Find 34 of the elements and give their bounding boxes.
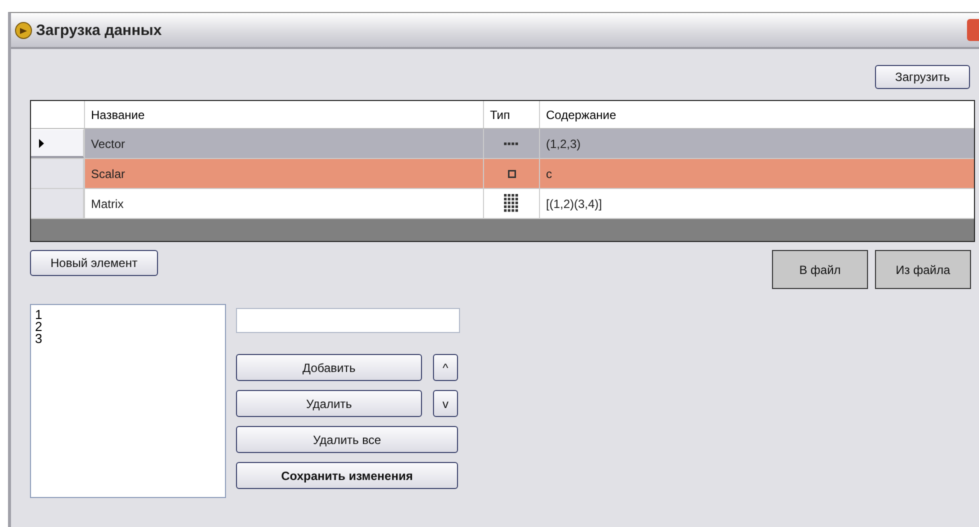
new-element-button[interactable]: Новый элемент — [30, 250, 158, 276]
list-box[interactable]: 1 2 3 — [30, 304, 226, 498]
table-row[interactable]: Vector (1,2,3) — [31, 129, 974, 159]
move-up-button[interactable]: ^ — [433, 354, 458, 381]
table-cell: [(1,2)(3,4)] — [539, 189, 974, 218]
move-down-button[interactable]: v — [433, 390, 458, 417]
table-cell: Vector — [84, 129, 483, 158]
square-icon — [508, 170, 516, 178]
vector-icon — [504, 142, 519, 146]
column-header[interactable]: Содержание — [539, 101, 974, 128]
table-cell: Scalar — [84, 159, 483, 188]
table-cell: (1,2,3) — [539, 129, 974, 158]
grid-icon — [504, 194, 519, 213]
list-item[interactable]: 2 — [35, 321, 225, 333]
file-button[interactable]: В файл — [772, 250, 868, 289]
app-icon — [15, 22, 32, 38]
delete-all-button[interactable]: Удалить все — [236, 426, 458, 453]
input-field[interactable] — [236, 308, 460, 333]
window-title: Загрузка данных — [36, 22, 162, 38]
column-header[interactable]: Название — [84, 101, 483, 128]
list-item[interactable]: 3 — [35, 333, 225, 345]
table-row[interactable]: Scalar c — [31, 159, 974, 189]
list-item[interactable]: 1 — [35, 309, 225, 321]
save-button[interactable]: Сохранить изменения — [236, 462, 458, 489]
load-button[interactable]: Загрузить — [875, 65, 970, 89]
table-cell: Matrix — [84, 189, 483, 218]
row-pointer-icon — [39, 138, 44, 148]
column-header[interactable]: Тип — [483, 101, 539, 128]
file-button[interactable]: Из файла — [875, 250, 971, 289]
close-button[interactable] — [967, 19, 979, 41]
table-row[interactable]: Matrix [(1,2)(3,4)] — [31, 189, 974, 219]
table-cell: c — [539, 159, 974, 188]
add-button[interactable]: Добавить — [236, 354, 422, 381]
delete-button[interactable]: Удалить — [236, 390, 422, 417]
